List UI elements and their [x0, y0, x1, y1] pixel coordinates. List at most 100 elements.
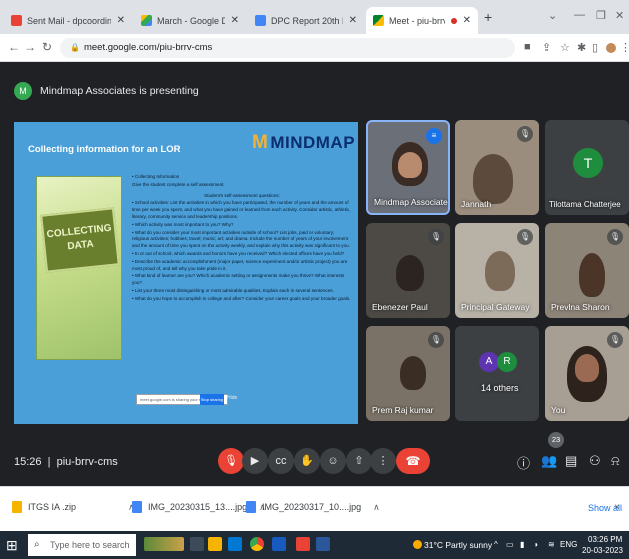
gmail-icon: [11, 15, 22, 26]
window-close-icon[interactable]: ✕: [615, 9, 624, 22]
tab-sent-mail[interactable]: Sent Mail - dpcoordinator@gate ✕: [4, 7, 132, 34]
chat-button[interactable]: ▤: [565, 453, 577, 469]
more-options-button[interactable]: ⋮: [370, 448, 396, 474]
present-button[interactable]: ⇧: [346, 448, 372, 474]
tab-close-icon[interactable]: ✕: [117, 15, 125, 26]
forward-arrow-icon[interactable]: →: [24, 40, 36, 54]
activities-button[interactable]: ⚇: [589, 453, 601, 469]
sidebar-icon[interactable]: ▯: [592, 41, 598, 54]
participant-name: You: [551, 405, 566, 415]
download-item[interactable]: IMG_20230317_10....jpg ∧: [246, 501, 380, 513]
chrome-icon[interactable]: [250, 537, 264, 551]
slide-bullet: Give the student complete a self assessm…: [132, 181, 225, 187]
word-icon[interactable]: [272, 537, 286, 551]
lock-person-icon: ⍾: [611, 453, 620, 468]
search-icon: ⌕: [34, 539, 40, 550]
slide-bullet: • In or out of school, which awards and …: [132, 250, 345, 256]
host-controls-button[interactable]: ⍾: [611, 453, 620, 469]
share-icon[interactable]: ⇪: [542, 41, 551, 54]
participant-tile-mindmap-associates[interactable]: ≡ Mindmap Associates: [366, 120, 450, 215]
participant-name: Prem Raj kumar: [372, 405, 434, 415]
tab-search-chevron-icon[interactable]: ⌄: [548, 9, 557, 22]
volume-icon[interactable]: ◗: [534, 540, 539, 549]
mic-toggle-button[interactable]: 🎙: [218, 448, 244, 474]
edge-icon[interactable]: [228, 537, 242, 551]
minimize-icon[interactable]: —: [574, 9, 585, 21]
presenting-banner: M Mindmap Associates is presenting: [14, 79, 199, 103]
taskbar-search-input[interactable]: Type here to search: [28, 534, 136, 556]
tab-meet[interactable]: Meet - piu-brrv-cms ✕: [366, 7, 478, 34]
shared-screen[interactable]: Collecting information for an LOR M MINDM…: [14, 122, 358, 424]
tab-dpc-report[interactable]: DPC Report 20th March to 24th ✕: [248, 7, 364, 34]
downloads-shelf: ITGS IA .zip ∧ IMG_20230315_13....jpg ∧ …: [0, 486, 629, 531]
people-button[interactable]: 👥: [541, 453, 557, 469]
bookmark-star-icon[interactable]: ☆: [560, 41, 570, 54]
clock-date[interactable]: 20-03-2023: [582, 546, 623, 555]
tab-close-icon[interactable]: ✕: [231, 15, 239, 26]
participant-tile-tilottama-chatterjee[interactable]: T Tilottama Chatterjee: [545, 120, 629, 215]
camera-icon: ▶: [250, 455, 260, 467]
close-downloads-icon[interactable]: ×: [614, 502, 620, 513]
captions-button[interactable]: cc: [268, 448, 294, 474]
back-arrow-icon[interactable]: ←: [8, 40, 20, 54]
participant-video: [396, 255, 424, 291]
reload-icon[interactable]: ↻: [42, 40, 52, 54]
teams-icon[interactable]: [316, 537, 330, 551]
leave-call-button[interactable]: ☎: [396, 448, 430, 474]
camera-toggle-button[interactable]: ▶: [242, 448, 268, 474]
battery-icon[interactable]: ▮: [520, 540, 524, 549]
participant-tile-jannath[interactable]: 🎙 Jannath: [455, 120, 539, 215]
participant-tile-prem-raj-kumar[interactable]: 🎙 Prem Raj kumar: [366, 326, 450, 421]
menu-kebab-icon[interactable]: ⋮: [620, 41, 629, 54]
tab-google-drive[interactable]: March - Google Drive ✕: [134, 7, 246, 34]
tab-close-icon[interactable]: ✕: [463, 15, 471, 26]
browser-tab-strip: Sent Mail - dpcoordinator@gate ✕ March -…: [0, 0, 629, 34]
hide-sharing-link[interactable]: Hide: [227, 395, 237, 401]
maximize-icon[interactable]: ❐: [596, 9, 606, 22]
profile-avatar[interactable]: [606, 43, 616, 53]
news-widget-icon[interactable]: [144, 537, 184, 551]
download-filename: IMG_20230317_10....jpg: [262, 502, 362, 512]
new-tab-button[interactable]: +: [484, 9, 492, 25]
end-call-icon: ☎: [405, 454, 421, 468]
weather-icon: [413, 540, 422, 549]
slide-bullet: • What kind of learner are you? Which ac…: [132, 273, 345, 286]
slide-bullet: • Collecting Information: [132, 174, 180, 179]
clock-time[interactable]: 03:26 PM: [588, 535, 622, 544]
meeting-details-button[interactable]: ⓘ: [517, 453, 530, 472]
download-item[interactable]: ITGS IA .zip ∧: [12, 501, 135, 513]
tab-title: Sent Mail - dpcoordinator@gate: [27, 15, 111, 26]
windows-taskbar: ⊞ Type here to search ⌕ 31°C Partly sunn…: [0, 531, 629, 559]
chat-icon: ▤: [565, 453, 578, 468]
participant-name: Tilottama Chatterjee: [549, 200, 621, 209]
tray-chevron-icon[interactable]: ^: [494, 540, 498, 549]
file-explorer-icon[interactable]: [208, 537, 222, 551]
stop-sharing-button[interactable]: Stop sharing: [200, 394, 224, 405]
network-icon[interactable]: ▭: [506, 540, 514, 549]
meeting-code: piu-brrv-cms: [56, 456, 118, 468]
app-icon[interactable]: [296, 537, 310, 551]
tab-close-icon[interactable]: ✕: [349, 15, 357, 26]
participant-tile-principal-gateway[interactable]: 🎙 Principal Gateway: [455, 223, 539, 318]
participant-tile-you[interactable]: 🎙 You: [545, 326, 629, 421]
reactions-button[interactable]: ☺: [320, 448, 346, 474]
participant-tile-others[interactable]: A R 14 others: [455, 326, 539, 421]
extensions-icon[interactable]: ✱: [577, 41, 586, 54]
chevron-up-icon[interactable]: ∧: [373, 502, 380, 513]
camera-indicator-icon[interactable]: ■: [524, 41, 531, 53]
collecting-data-image: COLLECTING DATA: [36, 176, 122, 360]
download-filename: IMG_20230315_13....jpg: [148, 502, 248, 512]
raise-hand-button[interactable]: ✋: [294, 448, 320, 474]
windows-start-icon[interactable]: ⊞: [6, 537, 18, 554]
wifi-icon[interactable]: ≋: [548, 540, 555, 549]
participant-avatar: R: [497, 352, 517, 372]
url-field[interactable]: 🔒 meet.google.com/piu-brrv-cms: [60, 38, 515, 58]
url-text: meet.google.com/piu-brrv-cms: [83, 42, 213, 53]
participant-tile-prevlna-sharon[interactable]: 🎙 Prevlna Sharon: [545, 223, 629, 318]
task-view-icon[interactable]: [190, 537, 204, 551]
meet-icon: [373, 15, 384, 26]
weather-text[interactable]: 31°C Partly sunny: [424, 540, 492, 550]
meeting-info: 15:26 | piu-brrv-cms: [14, 456, 118, 468]
participant-tile-ebenezer-paul[interactable]: 🎙 Ebenezer Paul: [366, 223, 450, 318]
language-indicator[interactable]: ENG: [560, 540, 577, 549]
